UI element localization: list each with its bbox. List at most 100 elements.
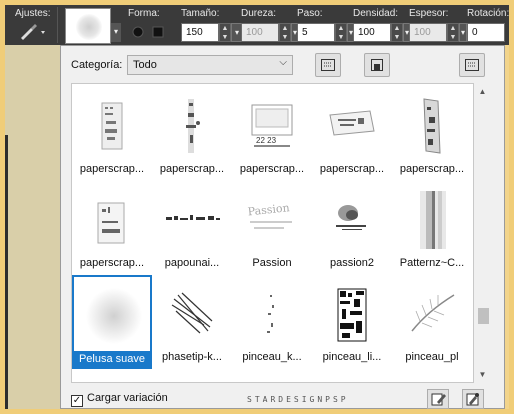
tamano-label: Tamaño:: [181, 8, 220, 19]
paperscrap-thumb-icon: [97, 202, 125, 244]
brush-name: paperscrap...: [399, 163, 465, 175]
paperscrap-thumb-icon: [101, 102, 123, 150]
passion-thumb-icon: Passion: [247, 201, 292, 229]
brush-item[interactable]: pinceau_pl: [392, 275, 472, 369]
brush-name: phasetip-k...: [162, 351, 222, 363]
pinceau-pl-thumb-icon: [411, 294, 455, 332]
paso-field[interactable]: 5: [297, 23, 335, 42]
brush-grid: paperscrap... paperscrap... 22 23 papers…: [71, 83, 474, 383]
categoria-value: Todo: [133, 59, 157, 71]
brush-item[interactable]: papounai...: [152, 181, 232, 275]
pinceau-k-thumb-icon: [267, 295, 274, 333]
papounai-thumb-icon: [166, 215, 220, 220]
paso-stepper[interactable]: ▲ ▼: [335, 23, 347, 42]
rotacion-label: Rotación:: [467, 8, 510, 19]
brush-settings-button[interactable]: [462, 389, 484, 409]
espesor-field[interactable]: 100: [409, 23, 447, 42]
brush-item[interactable]: paperscrap...: [152, 87, 232, 181]
svg-text:Passion: Passion: [247, 201, 290, 218]
checkbox-checked-icon[interactable]: ✓: [71, 395, 83, 407]
scrollbar-thumb[interactable]: [478, 308, 489, 324]
brush-name: paperscrap...: [239, 163, 305, 175]
vertical-scrollbar[interactable]: ▲ ▼: [474, 83, 491, 383]
grid-icon: [465, 59, 479, 71]
densidad-stepper[interactable]: ▲ ▼: [391, 23, 403, 42]
brush-item[interactable]: Passion Passion: [232, 181, 312, 275]
phasetip-thumb-icon: [171, 292, 213, 334]
patternz-thumb-icon: [420, 191, 446, 249]
brush-name: pinceau_pl: [405, 351, 459, 363]
paperscrap-thumb-icon: 22 23: [251, 104, 293, 147]
workspace-background: [5, 45, 60, 409]
brush-item[interactable]: paperscrap...: [72, 181, 152, 275]
resource-manager-button[interactable]: [459, 53, 485, 77]
brush-toolbar: Ajustes: ▾ Forma: Tamaño: 150 ▲ ▼ ▾ Durez…: [5, 5, 509, 45]
paperscrap-thumb-icon: [329, 110, 375, 136]
brush-item[interactable]: pinceau_li...: [312, 275, 392, 369]
pelusa-thumb-icon: [86, 288, 142, 344]
canvas-edge: [5, 135, 8, 409]
rotacion-field[interactable]: 0: [467, 23, 505, 42]
round-shape-icon[interactable]: [131, 25, 145, 39]
scroll-up-icon[interactable]: ▲: [474, 83, 491, 100]
scroll-down-icon[interactable]: ▼: [474, 366, 491, 383]
categoria-select[interactable]: Todo ⌵: [127, 55, 293, 75]
brush-item[interactable]: Patternz~C...: [392, 181, 472, 275]
densidad-field[interactable]: 100: [353, 23, 391, 42]
brush-name: papounai...: [164, 257, 220, 269]
brush-library-button[interactable]: [315, 53, 341, 77]
watermark: STARDESIGNPSP: [247, 395, 349, 404]
brush-icon: [21, 24, 45, 40]
brush-preview[interactable]: [65, 8, 111, 44]
categoria-label: Categoría:: [71, 59, 123, 71]
settings-brush-icon: [466, 393, 479, 406]
export-brush-button[interactable]: [364, 53, 390, 77]
tamano-field[interactable]: 150: [181, 23, 219, 42]
brush-name: paperscrap...: [319, 163, 385, 175]
espesor-label: Espesor:: [409, 8, 449, 19]
brush-name: pinceau_k...: [242, 351, 302, 363]
brush-name: Pelusa suave: [72, 351, 152, 367]
svg-text:22 23: 22 23: [256, 136, 277, 145]
edit-icon: [431, 393, 446, 406]
passion2-thumb-icon: [336, 205, 366, 230]
chevron-down-icon: ⌵: [279, 57, 287, 68]
brush-picker-panel: Categoría: Todo ⌵ paperscrap... paperscr…: [60, 45, 505, 409]
brush-name: passion2: [329, 257, 375, 269]
brush-item[interactable]: pinceau_k...: [232, 275, 312, 369]
dureza-label: Dureza:: [241, 8, 277, 19]
brush-item-selected[interactable]: Pelusa suave: [72, 275, 152, 369]
forma-label: Forma:: [128, 8, 160, 19]
brush-item[interactable]: passion2: [312, 181, 392, 275]
brush-name: Passion: [252, 257, 292, 269]
brush-item[interactable]: paperscrap...: [72, 87, 152, 181]
densidad-label: Densidad:: [353, 8, 399, 19]
cargar-variacion-checkbox[interactable]: ✓ Cargar variación: [71, 392, 168, 407]
brush-name: paperscrap...: [79, 163, 145, 175]
brush-item[interactable]: 22 23 paperscrap...: [232, 87, 312, 181]
brush-picker-dropdown-arrow[interactable]: ▾: [111, 23, 121, 42]
brush-name: paperscrap...: [159, 163, 225, 175]
brush-name: pinceau_li...: [322, 351, 382, 363]
presets-brush-button[interactable]: [17, 22, 51, 42]
dureza-field[interactable]: 100: [241, 23, 279, 42]
brush-name: Patternz~C...: [399, 257, 465, 269]
brush-item[interactable]: paperscrap...: [312, 87, 392, 181]
paperscrap-thumb-icon: [186, 99, 200, 153]
pinceau-li-thumb-icon: [337, 288, 367, 342]
brush-item[interactable]: phasetip-k...: [152, 275, 232, 369]
espesor-dropdown[interactable]: ▾: [459, 23, 467, 42]
paperscrap-thumb-icon: [423, 98, 441, 154]
export-icon: [371, 59, 383, 71]
espesor-stepper[interactable]: ▲ ▼: [447, 23, 459, 42]
grid-icon: [321, 59, 335, 71]
edit-brush-button[interactable]: [427, 389, 449, 409]
square-shape-icon[interactable]: [151, 25, 165, 39]
tamano-stepper[interactable]: ▲ ▼: [219, 23, 231, 42]
paso-label: Paso:: [297, 8, 323, 19]
brush-item[interactable]: paperscrap...: [392, 87, 472, 181]
ajustes-label: Ajustes:: [15, 8, 51, 19]
divider: [57, 7, 58, 43]
brush-tip-icon: [76, 14, 102, 40]
dureza-stepper[interactable]: ▲ ▼: [279, 23, 291, 42]
